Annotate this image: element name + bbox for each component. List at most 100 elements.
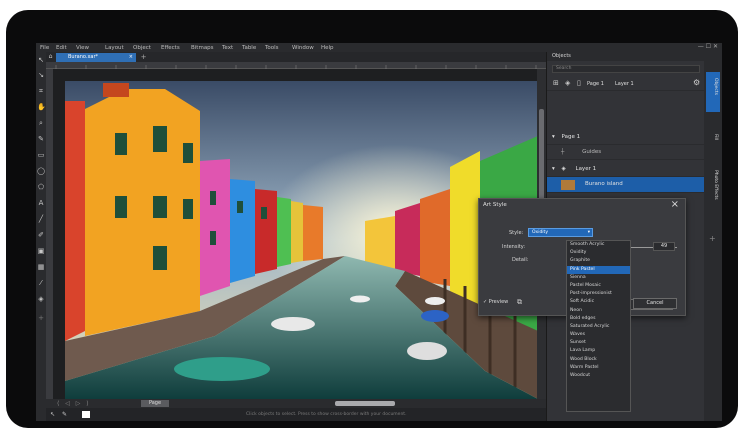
side-tab-objects[interactable]: Objects xyxy=(708,78,718,95)
app-window: File Edit View Layout Object Effects Bit… xyxy=(36,43,722,421)
page-tab[interactable]: Page xyxy=(141,400,169,407)
eyedropper-tool-icon[interactable]: ⁄ xyxy=(37,279,45,287)
pen-icon[interactable]: ✎ xyxy=(62,408,67,421)
menu-bitmaps[interactable]: Bitmaps xyxy=(191,45,222,51)
stack-icon[interactable]: ◈ xyxy=(565,79,570,87)
menu-table[interactable]: Table xyxy=(242,45,265,51)
arrow-icon[interactable]: ↖ xyxy=(50,408,55,421)
horizontal-scroll-thumb[interactable] xyxy=(335,401,395,406)
menu-text[interactable]: Text xyxy=(222,45,242,51)
fill-color-swatch[interactable] xyxy=(82,411,90,418)
compare-icon[interactable]: ⧉ xyxy=(517,298,522,307)
style-option[interactable]: Soft Acidic xyxy=(567,298,630,306)
line-tool-icon[interactable]: ╱ xyxy=(37,215,45,223)
guides-label: Guides xyxy=(582,149,602,155)
expand-icon[interactable]: ▾ xyxy=(547,134,555,140)
tree-layer-label: Layer 1 xyxy=(575,166,597,172)
layers-icon[interactable]: ⊞ xyxy=(553,79,559,87)
menu-object[interactable]: Object xyxy=(133,45,161,51)
side-tab-photo-effects[interactable]: Photo Effects xyxy=(708,170,718,200)
transparency-tool-icon[interactable]: ▦ xyxy=(37,263,45,271)
text-tool-icon[interactable]: A xyxy=(37,199,45,207)
preview-checkbox[interactable]: ✓ Preview xyxy=(483,299,508,305)
burano-photo[interactable] xyxy=(65,81,537,399)
style-option[interactable]: Bold edges xyxy=(567,315,630,323)
expand-icon[interactable]: ▾ xyxy=(547,166,555,172)
horizontal-scrollbar[interactable]: ⟨ ◁ ▷ ⟩ Page xyxy=(53,399,537,408)
document-tab[interactable]: Burano.xar* × xyxy=(56,53,136,62)
document-tab-label: Burano.xar* xyxy=(68,54,99,60)
cancel-spacer xyxy=(677,299,685,310)
panel-search-input[interactable]: Search xyxy=(552,65,700,73)
rectangle-tool-icon[interactable]: ▭ xyxy=(37,151,45,159)
canvas-area[interactable] xyxy=(53,69,537,399)
layer-selector[interactable]: Layer 1 xyxy=(615,81,634,87)
menu-tools[interactable]: Tools xyxy=(265,45,292,51)
ruler-ticks xyxy=(55,65,537,69)
intensity-value[interactable]: 49 xyxy=(653,242,675,251)
page-selector[interactable]: Page 1 xyxy=(587,81,604,87)
style-option[interactable]: Warm Pastel xyxy=(567,364,630,372)
side-tab-strip: Objects Fill Photo Effects + xyxy=(704,52,722,421)
style-option[interactable]: Sienna xyxy=(567,274,630,282)
style-option[interactable]: Wood Block xyxy=(567,356,630,364)
style-option[interactable]: Waves xyxy=(567,331,630,339)
panel-title: Objects xyxy=(547,52,705,61)
guides-row[interactable]: ┼ Guides xyxy=(547,145,705,160)
selector-tool-icon[interactable]: ↖ xyxy=(37,56,45,64)
side-tab-fill[interactable]: Fill xyxy=(708,134,718,140)
intensity-label: Intensity: xyxy=(502,244,526,250)
tree-page-row[interactable]: ▾ Page 1 xyxy=(547,130,705,145)
close-tab-icon[interactable]: × xyxy=(129,53,133,62)
style-option[interactable]: Graphite xyxy=(567,257,630,265)
window-controls[interactable]: — ☐ ✕ xyxy=(698,43,718,50)
menu-file[interactable]: File xyxy=(36,45,56,51)
object-row-selected[interactable]: Burano island xyxy=(547,177,705,193)
style-option[interactable]: Saturated Acrylic xyxy=(567,323,630,331)
pen-tool-icon[interactable]: ✎ xyxy=(37,135,45,143)
new-tab-icon[interactable]: + xyxy=(139,53,148,61)
menu-view[interactable]: View xyxy=(76,45,105,51)
style-option[interactable]: Oxidity xyxy=(567,249,630,257)
menu-window[interactable]: Window xyxy=(292,45,321,51)
menu-edit[interactable]: Edit xyxy=(56,45,76,51)
ellipse-tool-icon[interactable]: ◯ xyxy=(37,167,45,175)
object-thumbnail xyxy=(561,180,575,190)
page-icon[interactable]: ▯ xyxy=(577,79,581,87)
style-option[interactable]: Smooth Acrylic xyxy=(567,241,630,249)
style-option[interactable]: Woodcut xyxy=(567,372,630,380)
style-label: Style: xyxy=(509,230,524,236)
menu-effects[interactable]: Effects xyxy=(161,45,191,51)
cancel-button[interactable]: Cancel xyxy=(633,298,677,309)
close-icon[interactable]: × xyxy=(671,199,679,210)
menu-layout[interactable]: Layout xyxy=(105,45,133,51)
style-select[interactable]: Oxidity ▾ xyxy=(528,228,593,237)
shadow-tool-icon[interactable]: ▣ xyxy=(37,247,45,255)
add-tool-icon[interactable]: + xyxy=(37,314,45,322)
style-option[interactable]: Neon xyxy=(567,307,630,315)
zoom-tool-icon[interactable]: ⌕ xyxy=(37,119,45,127)
push-tool-icon[interactable]: ✋ xyxy=(37,103,46,111)
polygon-tool-icon[interactable]: ⬠ xyxy=(37,183,45,191)
add-tab-icon[interactable]: + xyxy=(709,234,716,243)
node-tool-icon[interactable]: ↘ xyxy=(37,71,45,79)
crop-tool-icon[interactable]: ⌗ xyxy=(37,87,45,95)
fill-tool-icon[interactable]: ◈ xyxy=(37,295,45,303)
brush-tool-icon[interactable]: ✐ xyxy=(37,231,45,239)
gear-icon[interactable]: ⚙ xyxy=(693,78,700,87)
style-option[interactable]: Lava Lamp xyxy=(567,347,630,355)
style-option[interactable]: Pastel Mosaic xyxy=(567,282,630,290)
style-option[interactable]: Sunset xyxy=(567,339,630,347)
laptop-bezel: File Edit View Layout Object Effects Bit… xyxy=(6,10,738,428)
menu-help[interactable]: Help xyxy=(321,45,341,51)
tree-layer-row[interactable]: ▾ ◈ Layer 1 xyxy=(547,162,705,177)
layer-icon: ◈ xyxy=(561,166,566,172)
home-icon[interactable]: ⌂ xyxy=(46,53,55,61)
style-dropdown-list[interactable]: Smooth Acrylic Oxidity Graphite Pink Pastel… xyxy=(566,240,631,412)
style-option[interactable]: Post-impressionist xyxy=(567,290,630,298)
status-bar: ↖ ✎ Click objects to select. Press to sh… xyxy=(46,408,556,421)
checkbox-check-icon: ✓ xyxy=(483,299,488,305)
style-option[interactable]: Pink Pastel xyxy=(567,265,630,274)
tree-page-label: Page 1 xyxy=(561,134,581,140)
page-nav-icons[interactable]: ⟨ ◁ ▷ ⟩ xyxy=(57,400,91,407)
